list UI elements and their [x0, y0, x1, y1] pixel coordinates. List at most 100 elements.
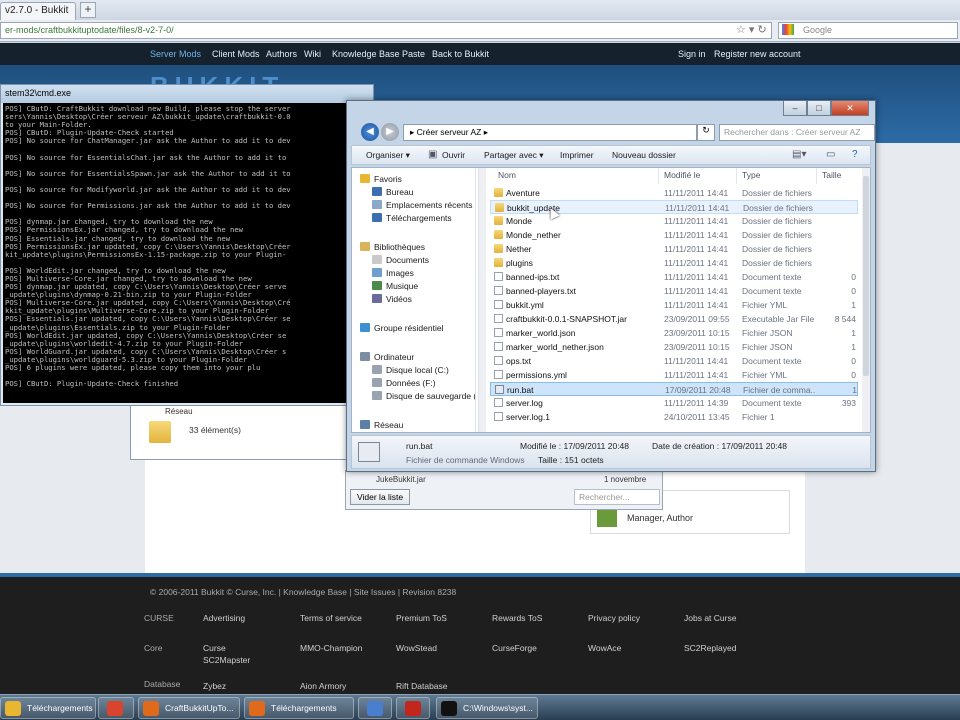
nav-item-t-l-chargements[interactable]: Téléchargements: [372, 211, 452, 224]
footer-link[interactable]: Advertising: [203, 613, 245, 623]
maximize-button[interactable]: □: [807, 101, 831, 116]
downloads-search-input[interactable]: Rechercher...: [574, 489, 660, 505]
footer-link[interactable]: Privacy policy: [588, 613, 640, 623]
site-nav-paste[interactable]: Paste: [402, 49, 425, 59]
nav-item-disque-de-sauvegarde[interactable]: Disque de sauvegarde (: [372, 389, 475, 402]
view-options-icon[interactable]: ▤▾: [792, 149, 806, 160]
column-modified[interactable]: Modifié le: [664, 170, 700, 180]
navigation-scrollbar[interactable]: [478, 168, 486, 432]
nav-item-r-seau[interactable]: Réseau: [360, 418, 403, 431]
nav-item-images[interactable]: Images: [372, 266, 414, 279]
site-nav-server-mods[interactable]: Server Mods: [150, 49, 201, 59]
taskbar-button[interactable]: Téléchargements: [0, 697, 96, 719]
footer-link[interactable]: Curse: [203, 643, 226, 653]
nav-item-donn-es-f[interactable]: Données (F:): [372, 376, 436, 389]
nav-item-groupe-r-sidentiel[interactable]: Groupe résidentiel: [360, 321, 443, 334]
open-button[interactable]: Ouvrir: [442, 150, 465, 160]
site-nav-client-mods[interactable]: Client Mods: [212, 49, 260, 59]
file-row[interactable]: bukkit.yml 11/11/2011 14:41 Fichier YML 1: [490, 298, 858, 312]
footer-link[interactable]: WowAce: [588, 643, 621, 653]
file-row[interactable]: plugins 11/11/2011 14:41 Dossier de fichie…: [490, 256, 858, 270]
file-row[interactable]: craftbukkit-0.0.1-SNAPSHOT.jar 23/09/2011…: [490, 312, 858, 326]
file-row[interactable]: server.log.1 24/10/2011 13:45 Fichier 1: [490, 410, 858, 424]
file-row[interactable]: Nether 11/11/2011 14:41 Dossier de fichier…: [490, 242, 858, 256]
column-type[interactable]: Type: [742, 170, 760, 180]
column-separator[interactable]: [816, 168, 817, 184]
browser-search-field[interactable]: Google: [778, 22, 958, 39]
url-field[interactable]: er-mods/craftbukkituptodate/files/8-v2-7…: [0, 22, 772, 39]
nav-item-emplacements-r-cents[interactable]: Emplacements récents: [372, 198, 472, 211]
nav-item-disque-local-c[interactable]: Disque local (C:): [372, 363, 449, 376]
site-nav-knowledge-base[interactable]: Knowledge Base: [332, 49, 400, 59]
sign-in-link[interactable]: Sign in: [678, 49, 706, 59]
curse-logo[interactable]: CURSE: [144, 613, 174, 623]
file-row[interactable]: marker_world.json 23/09/2011 10:15 Fichier…: [490, 326, 858, 340]
address-field[interactable]: ▸ Créer serveur AZ ▸: [403, 124, 697, 141]
taskbar-button[interactable]: [98, 697, 134, 719]
new-tab-button[interactable]: +: [80, 2, 96, 18]
download-item[interactable]: JukeBukkit.jar: [376, 475, 426, 484]
column-separator[interactable]: [658, 168, 659, 184]
new-folder-button[interactable]: Nouveau dossier: [612, 150, 676, 160]
file-row[interactable]: bukkit_update 11/11/2011 14:41 Dossier de …: [490, 200, 858, 214]
register-link[interactable]: Register new account: [714, 49, 801, 59]
folder-search-input[interactable]: Rechercher dans : Créer serveur AZ: [719, 124, 875, 141]
browser-tab[interactable]: v2.7.0 - Bukkit: [0, 2, 76, 20]
footer-link[interactable]: Jobs at Curse: [684, 613, 736, 623]
file-row[interactable]: Aventure 11/11/2011 14:41 Dossier de fichi…: [490, 186, 858, 200]
footer-link[interactable]: SC2Mapster: [203, 655, 250, 665]
back-arrow-icon[interactable]: ◀: [361, 123, 379, 141]
nav-item-biblioth-ques[interactable]: Bibliothèques: [360, 240, 425, 253]
taskbar-button[interactable]: [396, 697, 430, 719]
share-menu[interactable]: Partager avec ▾: [484, 150, 544, 161]
organize-menu[interactable]: Organiser ▾: [366, 150, 410, 161]
footer-link[interactable]: Rift Database: [396, 681, 448, 691]
taskbar-button[interactable]: CraftBukkitUpTo...: [138, 697, 240, 719]
nav-item-bureau[interactable]: Bureau: [372, 185, 413, 198]
file-row[interactable]: run.bat 17/09/2011 20:48 Fichier de comma.…: [490, 382, 858, 396]
file-row[interactable]: ops.txt 11/11/2011 14:41 Document texte 0: [490, 354, 858, 368]
taskbar-button[interactable]: C:\Windows\syst...: [436, 697, 538, 719]
column-separator[interactable]: [736, 168, 737, 184]
file-row[interactable]: permissions.yml 11/11/2011 14:41 Fichier Y…: [490, 368, 858, 382]
column-size[interactable]: Taille: [822, 170, 841, 180]
clear-list-button[interactable]: Vider la liste: [350, 489, 411, 505]
preview-pane-icon[interactable]: ▭: [826, 149, 835, 160]
footer-link[interactable]: Zybez: [203, 681, 226, 691]
site-nav-back-to-bukkit[interactable]: Back to Bukkit: [432, 49, 489, 59]
scroll-thumb[interactable]: [863, 176, 869, 376]
file-row[interactable]: Monde 11/11/2011 14:41 Dossier de fichiers: [490, 214, 858, 228]
taskbar-button[interactable]: Téléchargements: [244, 697, 354, 719]
file-row[interactable]: Monde_nether 11/11/2011 14:41 Dossier de f…: [490, 228, 858, 242]
footer-link[interactable]: Aion Armory: [300, 681, 346, 691]
column-name[interactable]: Nom: [498, 170, 516, 180]
footer-link[interactable]: WowStead: [396, 643, 437, 653]
footer-link[interactable]: CurseForge: [492, 643, 537, 653]
help-icon[interactable]: ?: [852, 149, 858, 160]
nav-item-vid-os[interactable]: Vidéos: [372, 292, 412, 305]
file-row[interactable]: banned-players.txt 11/11/2011 14:41 Docume…: [490, 284, 858, 298]
close-button[interactable]: ✕: [831, 101, 869, 116]
footer-link[interactable]: Terms of service: [300, 613, 362, 623]
file-row[interactable]: banned-ips.txt 11/11/2011 14:41 Document t…: [490, 270, 858, 284]
nav-item-favoris[interactable]: Favoris: [360, 172, 402, 185]
taskbar-button[interactable]: [358, 697, 392, 719]
file-list-scrollbar[interactable]: [862, 168, 870, 432]
footer-link[interactable]: MMO-Champion: [300, 643, 362, 653]
print-button[interactable]: Imprimer: [560, 150, 594, 160]
nav-item-musique[interactable]: Musique: [372, 279, 418, 292]
forward-arrow-icon[interactable]: ▶: [381, 123, 399, 141]
nav-item-documents[interactable]: Documents: [372, 253, 429, 266]
footer-link[interactable]: SC2Replayed: [684, 643, 736, 653]
file-row[interactable]: marker_world_nether.json 23/09/2011 10:15…: [490, 340, 858, 354]
footer-link[interactable]: Rewards ToS: [492, 613, 542, 623]
site-nav-wiki[interactable]: Wiki: [304, 49, 321, 59]
refresh-icon[interactable]: ↻: [697, 124, 715, 141]
cmd-window[interactable]: stem32\cmd.exe POS] CButD: CraftBukkit d…: [0, 84, 374, 406]
bookmark-star-icon[interactable]: ☆ ▾ ↻: [736, 23, 767, 36]
footer-link[interactable]: Premium ToS: [396, 613, 447, 623]
site-nav-authors[interactable]: Authors: [266, 49, 297, 59]
file-row[interactable]: server.log 11/11/2011 14:39 Document texte…: [490, 396, 858, 410]
minimize-button[interactable]: –: [783, 101, 807, 116]
nav-item-ordinateur[interactable]: Ordinateur: [360, 350, 414, 363]
